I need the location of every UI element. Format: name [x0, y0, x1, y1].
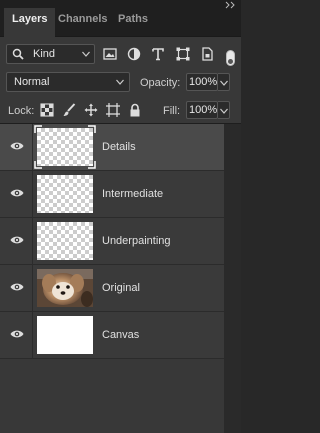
lock-image-pixels-icon[interactable]: [62, 103, 76, 117]
blend-mode-value: Normal: [14, 76, 50, 88]
type-filter-icon[interactable]: [151, 47, 165, 61]
layer-row-original[interactable]: Original: [0, 265, 224, 312]
fill-dropdown[interactable]: [218, 101, 230, 119]
chevron-down-icon: [220, 108, 228, 114]
fill-input[interactable]: 100%: [186, 101, 218, 119]
adjustment-filter-icon[interactable]: [127, 47, 141, 61]
layer-row-details[interactable]: Details: [0, 124, 224, 171]
chevron-down-icon: [116, 79, 124, 85]
divider: [32, 124, 33, 171]
panel-tab-bar: Layers Channels Paths: [0, 0, 241, 37]
layer-filter-row: Kind: [0, 37, 241, 69]
filter-toggle[interactable]: [226, 50, 235, 66]
layer-row-canvas[interactable]: Canvas: [0, 312, 224, 359]
layer-list: Details Intermediate Underpainting Origi…: [0, 124, 241, 433]
layer-name: Original: [102, 282, 140, 294]
layer-thumbnail[interactable]: [37, 175, 93, 213]
lock-artboard-icon[interactable]: [106, 103, 120, 117]
layer-row-intermediate[interactable]: Intermediate: [0, 171, 224, 218]
visibility-eye-icon[interactable]: [10, 141, 24, 151]
layer-thumbnail[interactable]: [37, 128, 93, 166]
lock-all-icon[interactable]: [128, 103, 142, 117]
layer-name: Intermediate: [102, 188, 164, 200]
opacity-input[interactable]: 100%: [186, 73, 218, 91]
lock-transparent-pixels-icon[interactable]: [40, 103, 54, 117]
fill-label: Fill:: [163, 105, 181, 117]
smart-object-filter-icon[interactable]: [200, 47, 214, 61]
divider: [32, 265, 33, 312]
layers-panel: Layers Channels Paths Kind Normal Opacit…: [0, 0, 241, 433]
filter-kind-select[interactable]: Kind: [6, 44, 95, 64]
lock-row: Lock: Fill: 100%: [0, 97, 241, 124]
search-icon: [12, 48, 24, 60]
layer-thumbnail[interactable]: [37, 222, 93, 260]
layer-name: Details: [102, 141, 136, 153]
layer-name: Underpainting: [102, 235, 171, 247]
divider: [32, 312, 33, 359]
lock-label: Lock:: [8, 105, 35, 117]
filter-kind-label: Kind: [33, 48, 56, 60]
tab-layers[interactable]: Layers: [4, 8, 56, 37]
chevron-down-icon: [82, 51, 90, 57]
opacity-dropdown[interactable]: [218, 73, 230, 91]
chevron-down-icon: [220, 80, 228, 86]
layer-name: Canvas: [102, 329, 140, 341]
pixel-filter-icon[interactable]: [103, 47, 117, 61]
lock-position-icon[interactable]: [84, 103, 98, 117]
layer-list-scrollbar[interactable]: [224, 124, 241, 433]
blend-row: Normal Opacity: 100%: [0, 69, 241, 97]
visibility-eye-icon[interactable]: [10, 329, 24, 339]
opacity-label: Opacity:: [140, 77, 181, 89]
panel-menu-icon[interactable]: [225, 0, 237, 10]
tab-channels[interactable]: Channels: [50, 8, 116, 37]
blend-mode-select[interactable]: Normal: [6, 72, 130, 92]
visibility-eye-icon[interactable]: [10, 282, 24, 292]
layer-thumbnail[interactable]: [37, 316, 93, 354]
divider: [32, 218, 33, 265]
visibility-eye-icon[interactable]: [10, 235, 24, 245]
divider: [32, 171, 33, 218]
tab-paths[interactable]: Paths: [110, 8, 156, 37]
shape-filter-icon[interactable]: [176, 47, 190, 61]
dog-photo-thumbnail[interactable]: [37, 269, 93, 307]
layer-row-underpainting[interactable]: Underpainting: [0, 218, 224, 265]
visibility-eye-icon[interactable]: [10, 188, 24, 198]
dog-photo-image: [37, 269, 93, 307]
